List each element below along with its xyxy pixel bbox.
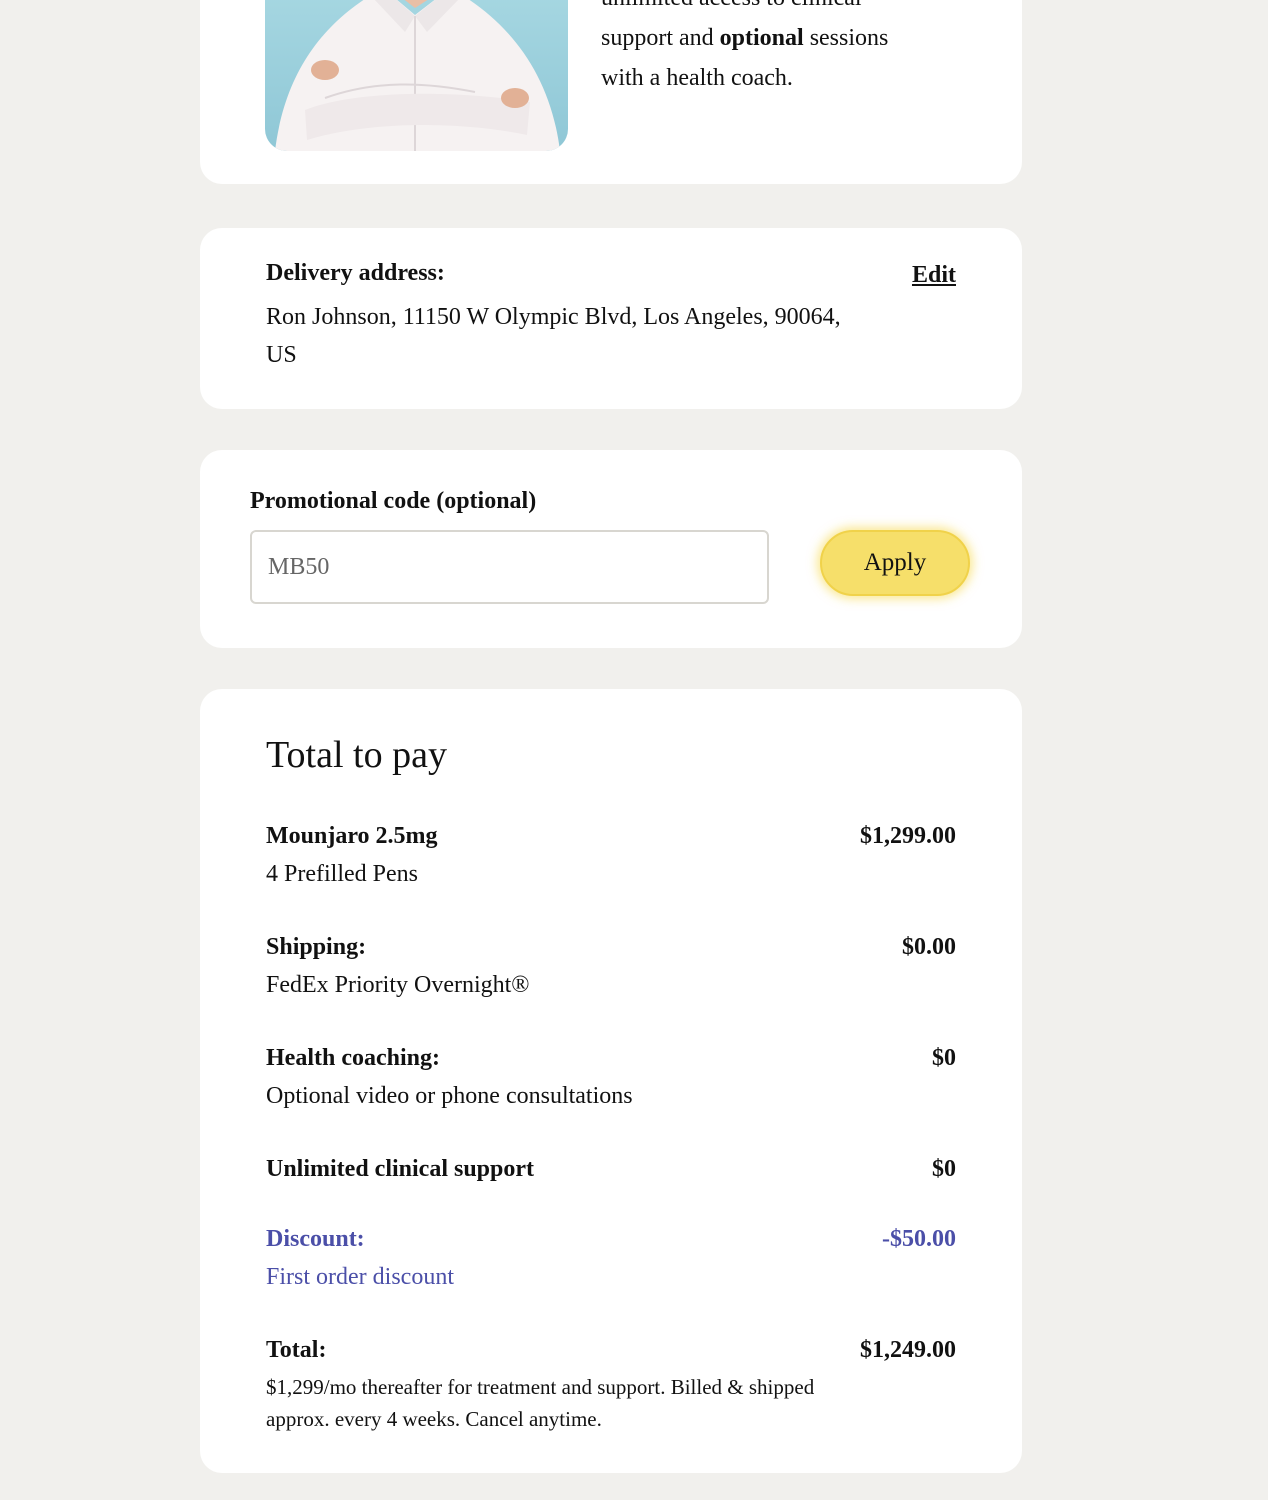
grand-total: Total: $1,299/mo thereafter for treatmen…	[266, 1331, 956, 1435]
line-item-price: $1,299.00	[860, 823, 956, 849]
line-item-shipping: Shipping: FedEx Priority Overnight® $0.0…	[266, 928, 956, 1004]
line-item-sub: 4 Prefilled Pens	[266, 861, 418, 887]
coach-image	[275, 0, 560, 151]
delivery-label: Delivery address:	[266, 260, 445, 286]
coach-text-optional: optional	[719, 25, 804, 51]
line-item-name: Shipping:	[266, 934, 367, 960]
discount-price: -$50.00	[882, 1226, 956, 1252]
line-item-health-coaching: Health coaching: Optional video or phone…	[266, 1039, 956, 1115]
coach-text-line2c: sessions	[803, 25, 889, 51]
line-item-name: Mounjaro 2.5mg	[266, 823, 438, 849]
coach-description: unlimited access to clinical support and…	[601, 0, 961, 98]
apply-button[interactable]: Apply	[820, 530, 970, 596]
line-item-name: Health coaching:	[266, 1045, 440, 1071]
coach-card: unlimited access to clinical support and…	[200, 0, 1022, 184]
line-item-sub: Optional video or phone consultations	[266, 1083, 633, 1109]
edit-address-link[interactable]: Edit	[912, 262, 956, 289]
promo-card: Promotional code (optional) Apply	[200, 450, 1022, 648]
line-item-price: $0.00	[902, 934, 956, 960]
line-item-clinical-support: Unlimited clinical support $0	[266, 1150, 956, 1188]
grand-total-label: Total:	[266, 1337, 327, 1363]
total-title: Total to pay	[266, 734, 447, 776]
line-item-medication: Mounjaro 2.5mg 4 Prefilled Pens $1,299.0…	[266, 817, 956, 893]
line-item-name: Unlimited clinical support	[266, 1156, 535, 1182]
line-item-price: $0	[932, 1156, 956, 1182]
line-item-price: $0	[932, 1045, 956, 1071]
line-item-discount: Discount: First order discount -$50.00	[266, 1220, 956, 1296]
coach-text-line2a: support and	[601, 25, 720, 51]
delivery-card: Delivery address: Edit Ron Johnson, 1115…	[200, 228, 1022, 409]
billing-note: $1,299/mo thereafter for treatment and s…	[266, 1375, 815, 1431]
coach-text-line3: with a health coach.	[601, 65, 793, 91]
promo-code-input[interactable]	[250, 530, 769, 604]
discount-sub: First order discount	[266, 1264, 454, 1290]
delivery-address: Ron Johnson, 11150 W Olympic Blvd, Los A…	[266, 304, 841, 368]
coach-photo	[265, 0, 568, 151]
order-summary-card: Total to pay Mounjaro 2.5mg 4 Prefilled …	[200, 689, 1022, 1473]
grand-total-price: $1,249.00	[860, 1337, 956, 1363]
promo-label: Promotional code (optional)	[250, 488, 537, 514]
line-item-sub: FedEx Priority Overnight®	[266, 972, 530, 998]
discount-name: Discount:	[266, 1226, 365, 1252]
coach-text-line1: unlimited access to clinical	[601, 0, 862, 11]
